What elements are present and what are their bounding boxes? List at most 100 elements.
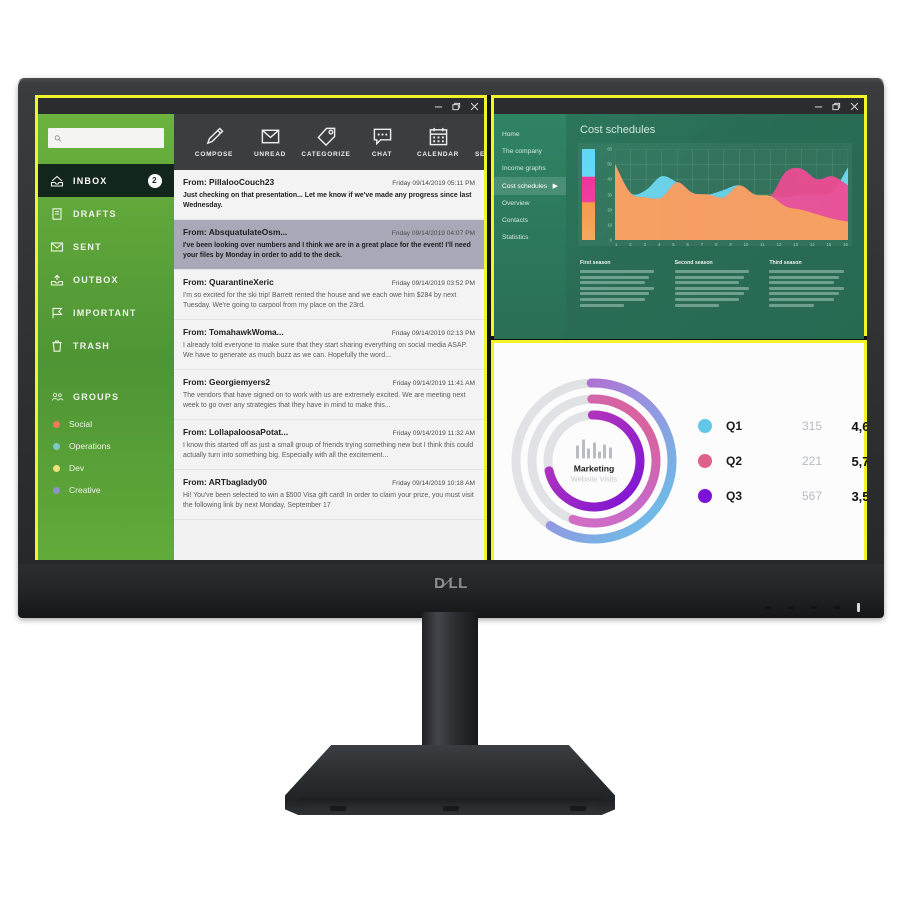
table-row[interactable]: From: AbsquatulateOsm... Friday 09/14/201… <box>174 220 484 270</box>
y-tick-label: 30 <box>607 192 612 197</box>
message-header: From: AbsquatulateOsm... Friday 09/14/201… <box>183 227 475 237</box>
group-item-creative[interactable]: Creative <box>38 479 174 501</box>
group-item-operations[interactable]: Operations <box>38 435 174 457</box>
table-row[interactable]: From: QuarantineXeric Friday 09/14/2019 0… <box>174 270 484 320</box>
dell-logo: D∕LL <box>434 575 468 592</box>
sidebar-item-label: DRAFTS <box>73 208 117 219</box>
placeholder-text-line <box>580 281 645 285</box>
sidebar-item-label: OUTBOX <box>73 274 119 285</box>
placeholder-text-line <box>674 275 745 279</box>
close-icon[interactable] <box>470 102 479 111</box>
x-tick-label: 3 <box>643 242 646 247</box>
mail-list[interactable]: From: PillalooCouch23 Friday 09/14/2019 0… <box>174 170 484 560</box>
toolbar-button-categorize[interactable]: CATEGORIZE <box>298 126 354 158</box>
search-box[interactable] <box>48 128 164 148</box>
osd-button-1[interactable] <box>765 606 771 609</box>
dashboard-nav-label: Home <box>502 131 520 138</box>
legend-row: Q1 315 4,677 <box>698 409 867 444</box>
dashboard-nav-label: Contacts <box>502 217 529 224</box>
y-tick-label: 20 <box>607 207 612 213</box>
power-button[interactable] <box>857 603 860 612</box>
y-tick-label: 40 <box>607 176 612 182</box>
table-row[interactable]: From: PillalooCouch23 Friday 09/14/2019 0… <box>174 170 484 220</box>
placeholder-text-line <box>769 275 839 279</box>
placeholder-text-line <box>769 297 834 301</box>
sidebar-item-sent[interactable]: SENT <box>38 230 174 263</box>
group-color-dot <box>53 486 60 494</box>
dell-logo-post: LL <box>448 575 468 592</box>
close-icon[interactable] <box>850 102 859 111</box>
osd-buttons[interactable] <box>765 603 860 612</box>
table-row[interactable]: From: Georgiemyers2 Friday 09/14/2019 11:… <box>174 370 484 420</box>
placeholder-text-line <box>580 303 625 307</box>
toolbar-button-calendar[interactable]: CALENDAR <box>410 126 466 158</box>
dashboard-nav-item[interactable]: Overview <box>494 195 566 212</box>
toolbar-button-compose[interactable]: COMPOSE <box>186 126 242 158</box>
season-title: First season <box>580 260 611 266</box>
sidebar-item-important[interactable]: IMPORTANT <box>38 296 174 329</box>
x-tick-label: 6 <box>686 242 689 247</box>
dashboard-nav-item[interactable]: Income graphs <box>494 160 566 177</box>
message-preview: I already told everyone to make sure tha… <box>183 342 468 359</box>
group-item-social[interactable]: Social <box>38 413 174 435</box>
sidebar-item-drafts[interactable]: DRAFTS <box>38 197 174 230</box>
table-row[interactable]: From: ARTbaglady00 Friday 09/14/2019 10:1… <box>174 470 484 520</box>
mail-window: INBOX 2 DRAFTS SENT OUTBOX IMPORTANT TRASH GRO… <box>35 95 487 560</box>
mail-window-body: INBOX 2 DRAFTS SENT OUTBOX IMPORTANT TRASH GRO… <box>38 114 484 560</box>
osd-button-2[interactable] <box>788 606 794 609</box>
search-input[interactable] <box>64 132 158 144</box>
table-row[interactable]: From: LollapaloosaPotat... Friday 09/14/2… <box>174 420 484 470</box>
minimize-icon[interactable] <box>814 102 823 111</box>
message-sender: From: PillalooCouch23 <box>183 177 275 187</box>
message-preview: Hi! You've been selected to win a $500 V… <box>183 492 474 509</box>
dashboard-window: Home The company Income graphs Cost schedul… <box>491 95 867 339</box>
dashboard-nav-item[interactable]: The company <box>494 143 566 160</box>
base-foot-center <box>443 806 459 811</box>
message-date: Friday 09/14/2019 11:41 AM <box>392 380 475 387</box>
chart-title: Cost schedules <box>580 124 656 136</box>
monitor-neck <box>422 612 478 767</box>
legend-value-primary: 3,543 <box>851 488 867 504</box>
chevron-right-icon: ▶ <box>552 183 558 190</box>
message-sender: From: LollapaloosaPotat... <box>183 427 289 437</box>
legend-value-secondary: 315 <box>801 419 822 433</box>
message-date: Friday 09/14/2019 05:11 PM <box>392 180 475 187</box>
message-preview: The vendors that have signed on to work … <box>183 392 466 409</box>
x-tick-label: 2 <box>629 242 632 247</box>
table-row[interactable]: From: TomahawkWoma... Friday 09/14/2019 0… <box>174 320 484 370</box>
legend-label: Q2 <box>726 454 743 468</box>
sidebar-item-inbox[interactable]: INBOX 2 <box>38 164 174 197</box>
sidebar-item-outbox[interactable]: OUTBOX <box>38 263 174 296</box>
donut-body: Marketing Website Visits Q1 315 4,677 Q2 221… <box>494 359 867 560</box>
minimize-icon[interactable] <box>434 102 443 111</box>
dashboard-nav-item[interactable]: Contacts <box>494 212 566 229</box>
group-item-label: Creative <box>69 485 101 495</box>
osd-button-3[interactable] <box>811 606 817 609</box>
group-item-dev[interactable]: Dev <box>38 457 174 479</box>
toolbar-button-unread[interactable]: UNREAD <box>242 126 298 158</box>
toolbar-button-chat[interactable]: CHAT <box>354 126 410 158</box>
legend-color-swatch <box>698 419 712 433</box>
restore-icon[interactable] <box>452 102 461 111</box>
placeholder-text-line <box>769 303 814 307</box>
placeholder-text-line <box>674 281 740 285</box>
restore-icon[interactable] <box>832 102 841 111</box>
dashboard-nav-item[interactable]: Statistics <box>494 229 566 246</box>
dashboard-nav-item[interactable]: Home <box>494 126 566 143</box>
season-block: Third season <box>769 260 850 309</box>
placeholder-text-line <box>674 303 720 307</box>
dashboard-main: Cost schedules 60 50 40 30 20 10 0 1 2 3 4 5 6 7 8 9 10… <box>566 114 864 339</box>
dashboard-nav-item[interactable]: Cost schedules ▶ <box>494 177 566 195</box>
minimize-icon[interactable] <box>850 347 859 356</box>
toolbar-button-label: CALENDAR <box>416 151 460 158</box>
outbox-icon <box>50 274 64 286</box>
sidebar-item-trash[interactable]: TRASH <box>38 329 174 362</box>
x-tick-label: 10 <box>743 242 749 247</box>
sidebar-item-label: IMPORTANT <box>73 307 137 318</box>
osd-button-4[interactable] <box>834 606 840 609</box>
dashboard-nav-label: The company <box>502 148 542 155</box>
message-sender: From: ARTbaglady00 <box>183 477 267 487</box>
toolbar-button-settings[interactable]: SETTINGS <box>466 126 484 158</box>
y-tick-label: 50 <box>607 161 612 167</box>
season-title: Second season <box>674 260 713 266</box>
